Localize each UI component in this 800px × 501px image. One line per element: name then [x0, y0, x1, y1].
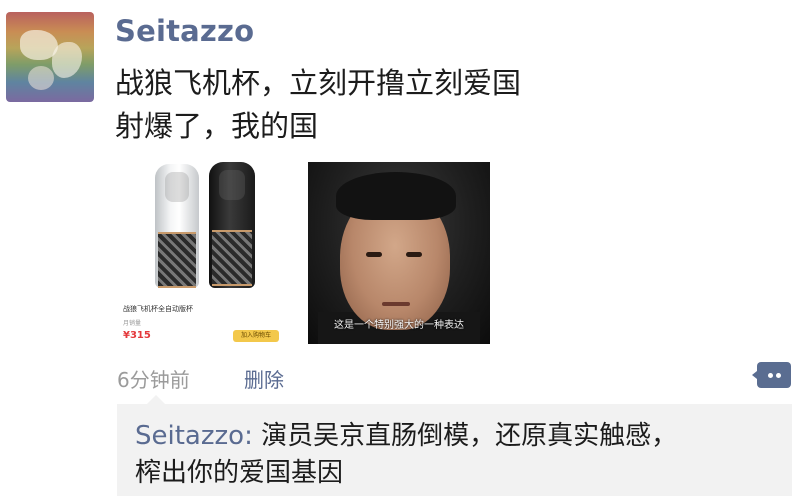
comment-text: 演员吴京直肠倒模，还原真实触感，: [261, 421, 678, 451]
post-timestamp: 6分钟前: [117, 368, 190, 392]
product-sales: 月销量: [123, 320, 142, 327]
post-image-portrait[interactable]: 这是一个特别强大的一种表达: [308, 162, 490, 344]
portrait-mouth: [382, 302, 410, 306]
comment-icon-dot: [768, 373, 773, 378]
avatar-shape: [52, 42, 82, 78]
portrait-eye: [366, 252, 382, 257]
comment-icon[interactable]: [752, 362, 791, 388]
bottle-label: [158, 232, 196, 288]
comment-icon-notch: [752, 371, 757, 379]
comment-author[interactable]: Seitazzo: [135, 421, 244, 451]
comment-text: 榨出你的爱国基因: [135, 458, 344, 488]
add-to-cart-badge: 加入购物车: [233, 330, 279, 342]
comment-section-arrow: [147, 395, 165, 404]
bottle-cap: [219, 170, 245, 200]
post-text-line: 战狼飞机杯，立刻开撸立刻爱国: [115, 66, 522, 100]
bottle-label: [212, 230, 252, 286]
product-price: ¥315: [123, 330, 151, 341]
post-image-product[interactable]: 战狼飞机杯全自动版杯 月销量 ¥315 加入购物车: [115, 160, 295, 347]
bottle-cap: [165, 172, 189, 202]
avatar[interactable]: [6, 12, 94, 102]
post-username[interactable]: Seitazzo: [115, 14, 254, 48]
product-bottle-white: [155, 164, 199, 288]
product-caption: 战狼飞机杯全自动版杯: [123, 305, 193, 313]
post-text-line: 射爆了，我的国: [115, 109, 319, 143]
portrait-hair: [336, 172, 456, 220]
comment-icon-dot: [776, 373, 781, 378]
portrait-subtitle: 这是一个特别强大的一种表达: [334, 320, 464, 331]
delete-button[interactable]: 删除: [244, 364, 284, 393]
avatar-shape: [28, 66, 54, 90]
moments-post: Seitazzo 战狼飞机杯，立刻开撸立刻爱国 射爆了，我的国 战狼飞机杯全自动…: [0, 0, 800, 501]
comment-separator: :: [244, 421, 262, 451]
comment-section: Seitazzo: 演员吴京直肠倒模，还原真实触感， 榨出你的爱国基因: [117, 395, 792, 496]
post-text: 战狼飞机杯，立刻开撸立刻爱国 射爆了，我的国: [115, 62, 775, 148]
portrait-eye: [406, 252, 422, 257]
product-bottle-black: [209, 162, 255, 288]
comment-item[interactable]: Seitazzo: 演员吴京直肠倒模，还原真实触感， 榨出你的爱国基因: [135, 418, 785, 492]
